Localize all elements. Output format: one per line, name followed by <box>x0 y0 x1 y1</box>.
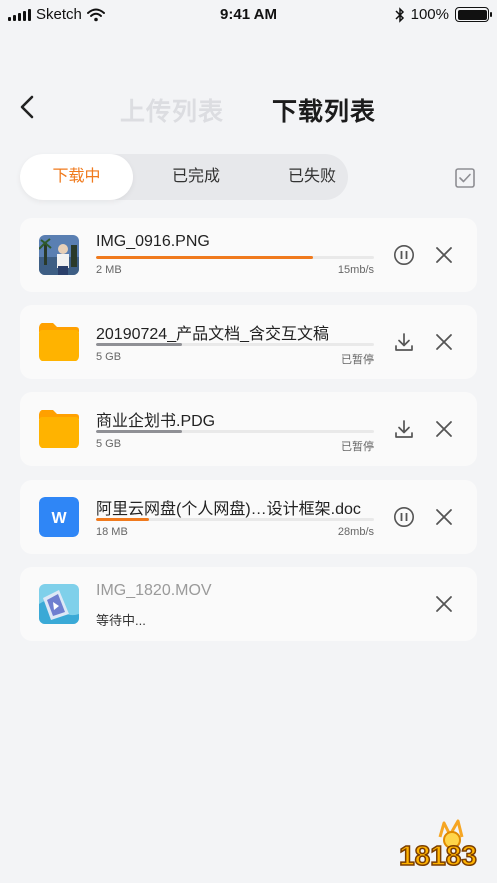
close-icon[interactable] <box>434 594 454 614</box>
folder-icon <box>39 323 79 361</box>
waiting-status: 等待中... <box>96 613 146 628</box>
tab-upload-list[interactable]: 上传列表 <box>120 92 224 128</box>
video-thumbnail <box>39 584 79 624</box>
watermark-text: 18183 <box>399 840 477 871</box>
progress-bar <box>96 518 374 521</box>
close-icon[interactable] <box>434 507 454 527</box>
file-size: 2 MB <box>96 264 122 276</box>
close-icon[interactable] <box>434 419 454 439</box>
segment-downloading[interactable]: 下载中 <box>20 154 133 200</box>
download-item[interactable]: IMG_1820.MOV 等待中... <box>20 567 477 641</box>
tab-download-list[interactable]: 下载列表 <box>272 92 376 128</box>
close-icon[interactable] <box>434 245 454 265</box>
file-size: 5 GB <box>96 438 122 450</box>
progress-bar <box>96 343 374 346</box>
back-icon[interactable] <box>16 92 40 122</box>
file-size: 18 MB <box>96 526 128 538</box>
file-size: 5 GB <box>96 351 122 363</box>
status-segment: 下载中 已完成 已失败 <box>20 154 348 200</box>
select-all-checkbox-icon[interactable] <box>455 168 475 188</box>
status-right: 100% <box>395 6 492 23</box>
download-item[interactable]: IMG_0916.PNG 2 MB 15mb/s <box>20 218 477 292</box>
download-item[interactable]: W 阿里云网盘(个人网盘)…设计框架.doc 18 MB 28mb/s <box>20 480 477 554</box>
paused-status: 已暂停 <box>341 354 374 366</box>
bluetooth-icon <box>395 6 404 23</box>
battery-icon <box>455 7 492 22</box>
resume-download-icon[interactable] <box>393 331 415 353</box>
progress-bar <box>96 430 374 433</box>
status-bar: Sketch 9:41 AM 100% <box>0 0 497 30</box>
download-item[interactable]: 20190724_产品文档_含交互文稿 5 GB 已暂停 <box>20 305 477 379</box>
progress-bar <box>96 256 374 259</box>
download-item[interactable]: 商业企划书.PDG 5 GB 已暂停 <box>20 392 477 466</box>
battery-percent: 100% <box>410 6 449 23</box>
nav-bar: 上传列表 下载列表 <box>0 80 497 136</box>
download-speed: 28mb/s <box>337 526 374 538</box>
file-name: 20190724_产品文档_含交互文稿 <box>96 326 329 343</box>
image-thumbnail <box>39 235 79 275</box>
resume-download-icon[interactable] <box>393 418 415 440</box>
paused-status: 已暂停 <box>341 441 374 453</box>
file-name: 商业企划书.PDG <box>96 413 216 430</box>
word-doc-letter: W <box>51 510 67 527</box>
pause-icon[interactable] <box>393 244 415 266</box>
folder-icon <box>39 410 79 448</box>
word-doc-icon: W <box>39 497 79 537</box>
download-speed: 15mb/s <box>337 264 374 276</box>
file-name: 阿里云网盘(个人网盘)…设计框架.doc <box>96 501 361 518</box>
watermark-logo: 18183 <box>398 819 478 872</box>
file-name: IMG_1820.MOV <box>96 582 212 599</box>
segment-failed[interactable]: 已失败 <box>257 154 367 200</box>
segment-completed[interactable]: 已完成 <box>143 154 249 200</box>
close-icon[interactable] <box>434 332 454 352</box>
pause-icon[interactable] <box>393 506 415 528</box>
file-name: IMG_0916.PNG <box>96 233 210 250</box>
